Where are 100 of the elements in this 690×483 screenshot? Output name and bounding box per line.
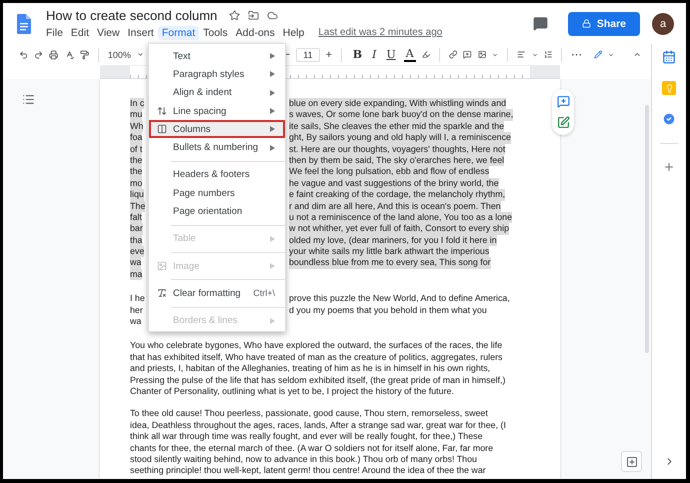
submenu-arrow-icon [270, 236, 275, 242]
text-fragment: mo [130, 178, 142, 190]
redo-icon[interactable] [34, 48, 44, 60]
add-comment-icon[interactable] [556, 95, 570, 108]
text-fragment: eve [130, 246, 144, 258]
text-fragment: I he [130, 293, 145, 305]
font-size-field[interactable]: 11 [296, 48, 320, 62]
highlighter-icon[interactable] [422, 49, 430, 60]
text-fragment: of t [130, 144, 142, 155]
menu-item[interactable]: Edit [66, 26, 94, 40]
text-fragment: prove this puzzle the New World, And to define America, [289, 293, 510, 305]
submenu-arrow-icon [270, 263, 275, 270]
calendar-icon[interactable] [662, 50, 676, 64]
folder-icon[interactable] [248, 10, 260, 20]
text-fragment: The [130, 200, 146, 212]
text-fragment: st. Here are our thoughts, voyagers' thoughts, Here not [289, 144, 506, 155]
text-fragment: ite sails, She cleaves the ether mid the sparkle and the [289, 120, 504, 132]
suggest-edit-icon[interactable] [556, 116, 570, 129]
format-button[interactable]: B [350, 48, 364, 60]
text-fragment: her [130, 304, 143, 316]
menu-item[interactable]: Page orientation [149, 202, 285, 221]
text-fragment: the [130, 154, 142, 166]
text-fragment: tha [130, 234, 142, 246]
submenu-arrow-icon [270, 90, 275, 96]
text-fragment: boundless blue from me to every sea, This song for [289, 257, 491, 269]
text-fragment: r and dim are all here, And this is ocean's poem. Then [289, 200, 501, 212]
menu-item[interactable]: Text [149, 47, 285, 66]
add-comment-icon[interactable] [463, 49, 472, 60]
cloud-icon[interactable] [267, 10, 278, 20]
format-button[interactable]: U [384, 48, 398, 60]
spellcheck-icon[interactable] [64, 48, 74, 60]
pencil-icon[interactable] [594, 49, 602, 60]
menu-item[interactable]: Format [158, 26, 200, 40]
text-fragment: he vague and vast suggestions of the briny world, the [289, 178, 499, 190]
format-button[interactable]: I [370, 48, 378, 60]
document-title[interactable]: How to create second column [46, 8, 218, 22]
clear-formatting-icon [157, 288, 167, 298]
text-fragment: e faint creaking of the cordage, the melancholy rhythm, [289, 189, 506, 201]
comment-icon[interactable] [532, 16, 548, 31]
menu-item[interactable]: Paragraph styles [149, 65, 285, 84]
menu-item[interactable]: View [93, 26, 124, 40]
paragraph: To thee old cause! Thou peerless, passionate, good cause, Thou stern, remorseless, sweet idea, Deathless throughout the ages, races, lands, After a strange sad war, great war for thee, (I think all war through time was really fought, and ever will be really fought, for thee,) These chants for thee, the eternal march of thee. (A war O soldiers not for itself alone, Far, far more stood silently waiting behind, now to advance in this book.) Thou orb of many orbs! Thou seething principle! thou well-kept, latent germ! thou centre! Around the idea of thee the war [130, 408, 507, 477]
print-icon[interactable] [49, 48, 59, 60]
text-fragment: your white sails my little bark athwart the imperious [289, 246, 490, 258]
last-edit-link[interactable]: Last edit was 2 minutes ago [318, 27, 442, 38]
menu-item[interactable]: Align & indent [149, 84, 285, 102]
text-fragment: ght, By sailors young and old haply will I, a reminiscence [289, 132, 511, 144]
star-icon[interactable] [229, 10, 240, 20]
text-fragment: w not whither, yet ever full of faith, Consort to every ship [289, 223, 510, 235]
text-fragment: u not a reminiscence of the land alone, You too as a lone [289, 212, 512, 224]
text-fragment: blue on every side expanding, With whistling winds and [289, 98, 506, 110]
text-fragment: In c [130, 98, 144, 110]
submenu-arrow-icon [270, 144, 275, 151]
explore-button[interactable] [621, 451, 642, 472]
menu-item[interactable]: Add-ons [232, 26, 279, 40]
zoom-select[interactable]: 100% [108, 50, 131, 60]
text-fragment: We feel the long pulsation, ebb and flow of endless [289, 166, 490, 178]
menu-item[interactable]: File [42, 26, 67, 40]
menu-item[interactable]: Insert [124, 26, 158, 40]
align-icon[interactable] [517, 49, 526, 60]
paragraph: You who celebrate bygones, Who have explored the outward, the surfaces of the races, the life that has exhibited itself, Who have treated of man as the creature of politics, aggregates, rulers and priests, I, habitan of the Alleghanies, treating of him as he is in himself in his own rights, Pressing the pulse of the life that has seldom exhibited itself, (the great pride of man in himself,) Chanter of Personality, outlining what is yet to be, I project the history of the future. [130, 340, 506, 398]
menu-item[interactable]: Bullets & numbering [149, 138, 285, 157]
menu-item[interactable]: Line spacing [149, 102, 285, 120]
text-fragment: bar [130, 223, 143, 235]
menu-item[interactable]: Help [278, 26, 308, 40]
image-icon [157, 261, 167, 272]
text-fragment: falt [130, 212, 142, 224]
menu-item[interactable]: Clear formatting Ctrl+\ [149, 284, 285, 303]
text-fragment: liqu [130, 189, 144, 201]
text-fragment: then by them be said, The sky o'erarches here, we feel [289, 154, 504, 166]
plus-icon[interactable] [663, 161, 675, 173]
image-icon[interactable] [478, 49, 486, 60]
submenu-arrow-icon [270, 126, 275, 132]
submenu-arrow-icon [270, 53, 275, 60]
menu-item[interactable]: Headers & footers [149, 166, 285, 184]
more-button[interactable]: ⋯ [570, 48, 582, 61]
undo-icon[interactable] [19, 48, 28, 60]
share-button[interactable]: Share [568, 12, 640, 36]
menu-item[interactable]: Columns [149, 120, 285, 138]
increase-font-size-button[interactable]: + [326, 48, 332, 60]
line-spacing-icon [157, 106, 167, 116]
text-fragment: ma [130, 268, 142, 280]
menu-item[interactable]: Tools [199, 26, 232, 40]
link-icon[interactable] [448, 49, 458, 60]
submenu-arrow-icon [270, 71, 275, 78]
text-fragment: the [130, 166, 142, 178]
line-spacing-icon[interactable] [544, 49, 552, 60]
text-fragment: s waves, Or some lone bark buoy'd on the dense marine, [289, 109, 514, 121]
lock-icon [582, 19, 591, 28]
tasks-icon[interactable] [662, 112, 676, 126]
outline-icon[interactable] [22, 93, 35, 106]
menu-item[interactable]: Page numbers [149, 184, 285, 202]
paint-format-icon[interactable] [80, 48, 90, 60]
text-fragment: olded my love, (dear mariners, for you I fold it here in [289, 234, 497, 246]
text-fragment: wa [130, 257, 142, 269]
square-plus-icon [626, 456, 638, 468]
format-button[interactable]: A [404, 48, 416, 62]
text-fragment: Wh [130, 120, 144, 132]
avatar[interactable]: a [652, 12, 674, 34]
docs-logo-icon[interactable] [17, 14, 31, 34]
